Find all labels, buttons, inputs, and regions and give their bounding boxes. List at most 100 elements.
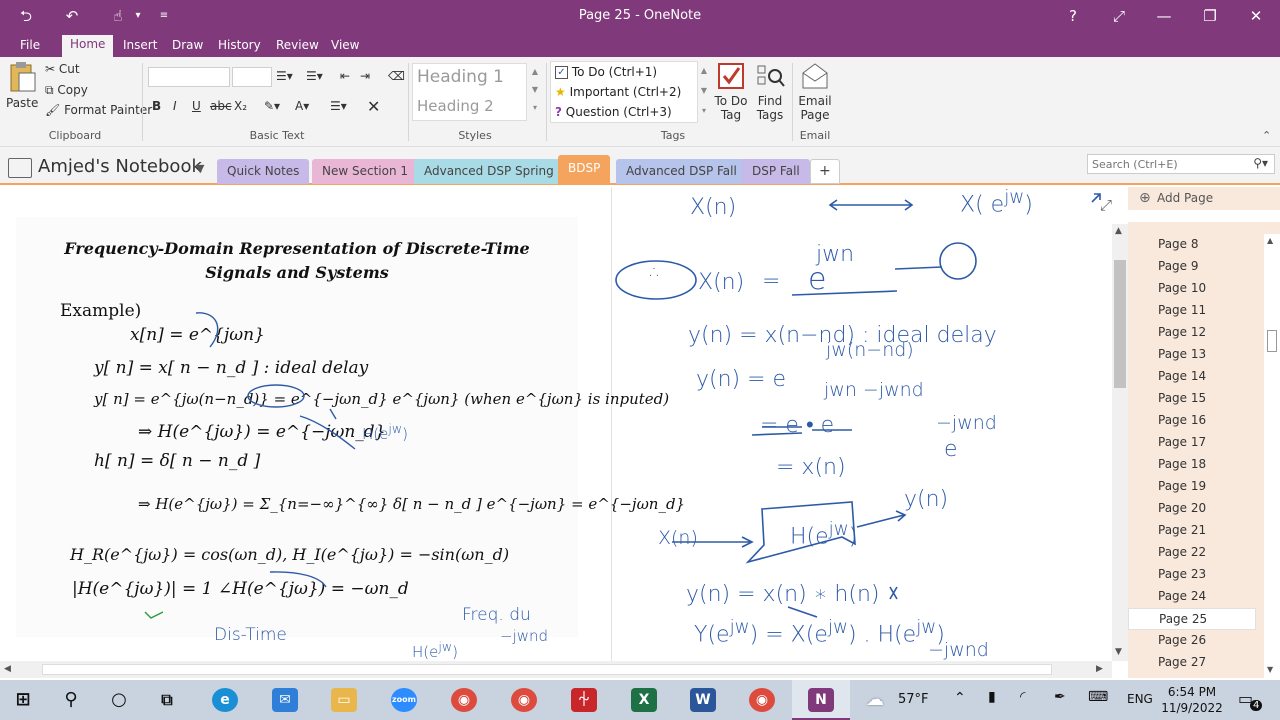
expand-icon[interactable]: ⤢	[1100, 196, 1112, 214]
tag-todo[interactable]: ✓ To Do (Ctrl+1)	[555, 65, 657, 79]
add-section-button[interactable]: +	[810, 159, 840, 184]
usb-icon[interactable]: ▮	[988, 689, 996, 705]
page-item[interactable]: Page 14	[1128, 366, 1256, 388]
scroll-thumb[interactable]	[1267, 330, 1277, 352]
scroll-up-icon[interactable]: ▲	[1267, 236, 1273, 245]
add-page-button[interactable]: ⊕ Add Page	[1128, 187, 1280, 210]
page-item[interactable]: Page 8	[1128, 234, 1256, 256]
restore-icon[interactable]: ❐	[1198, 6, 1222, 26]
keyboard-icon[interactable]: ⌨	[1088, 689, 1108, 705]
section-tab[interactable]: Quick Notes	[217, 159, 310, 184]
page-item[interactable]: Page 17	[1128, 432, 1256, 454]
page-item[interactable]: Page 16	[1128, 410, 1256, 432]
email-page-button[interactable]: Email Page	[796, 61, 834, 122]
scroll-thumb[interactable]	[1114, 260, 1126, 388]
cut-button[interactable]: ✂ Cut	[45, 62, 80, 76]
page-item[interactable]: Page 27	[1128, 652, 1256, 674]
copy-button[interactable]: ⧉ Copy	[45, 83, 88, 98]
page-item[interactable]: Page 15	[1128, 388, 1256, 410]
scroll-down-icon[interactable]: ▼	[1115, 647, 1122, 657]
section-tab[interactable]: DSP Fall	[742, 159, 810, 184]
tags-scroll[interactable]: ▲ ▼ ▾	[699, 61, 709, 123]
wifi-icon[interactable]: ◜	[1020, 689, 1025, 705]
minimize-icon[interactable]: —	[1152, 6, 1176, 26]
word-icon[interactable]: W	[690, 688, 716, 712]
fullscreen-icon[interactable]: ⤢	[1107, 6, 1131, 26]
page-item[interactable]: Page 23	[1128, 564, 1256, 586]
todo-tag-button[interactable]: To Do Tag	[712, 61, 750, 122]
task-view-icon[interactable]: ⧉	[154, 688, 180, 712]
h-scroll-thumb[interactable]	[42, 664, 1052, 675]
style-heading1[interactable]: Heading 1	[417, 67, 504, 87]
pen-icon[interactable]: ✒	[1054, 689, 1066, 705]
vertical-scrollbar[interactable]: ▲ ▼	[1112, 224, 1128, 661]
format-painter-button[interactable]: 🖌 Format Painter	[45, 103, 152, 117]
page-item[interactable]: Page 24	[1128, 586, 1256, 608]
chrome-icon[interactable]: ◉	[749, 688, 775, 712]
windows-start-icon[interactable]: ⊞	[10, 688, 36, 712]
page-item[interactable]: Page 21	[1128, 520, 1256, 542]
horizontal-scrollbar[interactable]: ◀ ▶	[0, 661, 1112, 678]
clear-formatting-icon[interactable]: ⌫	[388, 69, 405, 83]
page-item[interactable]: Page 12	[1128, 322, 1256, 344]
tag-important[interactable]: ★ Important (Ctrl+2)	[555, 85, 681, 99]
font-size-field[interactable]	[232, 67, 272, 87]
scroll-up-icon[interactable]: ▲	[1115, 226, 1122, 236]
bold-button[interactable]: B	[152, 99, 161, 113]
tab-history[interactable]: History	[210, 36, 269, 57]
style-heading2[interactable]: Heading 2	[417, 97, 494, 115]
search-box[interactable]: ⚲▾	[1087, 154, 1275, 174]
bullets-icon[interactable]: ☰▾	[276, 69, 293, 83]
section-tab[interactable]: Advanced DSP Spring	[414, 159, 564, 184]
tab-view[interactable]: View	[323, 36, 367, 57]
notebook-name[interactable]: Amjed's Notebook	[38, 156, 202, 177]
mail-icon[interactable]: ✉	[272, 688, 298, 712]
weather-temp[interactable]: 57°F	[898, 692, 929, 707]
styles-scroll[interactable]: ▲ ▼ ▾	[529, 63, 541, 121]
page-item[interactable]: Page 19	[1128, 476, 1256, 498]
scroll-left-icon[interactable]: ◀	[4, 664, 11, 674]
close-icon[interactable]: ✕	[1244, 6, 1268, 26]
delete-icon[interactable]: ✕	[367, 97, 380, 116]
page-item[interactable]: Page 22	[1128, 542, 1256, 564]
collapse-ribbon-icon[interactable]: ⌃	[1262, 129, 1271, 142]
tab-draw[interactable]: Draw	[164, 36, 211, 57]
paste-button[interactable]: Paste	[6, 61, 38, 110]
strikethrough-button[interactable]: abc	[210, 99, 232, 113]
highlight-icon[interactable]: ✎▾	[264, 99, 280, 113]
tab-home[interactable]: Home	[62, 35, 114, 57]
search-icon[interactable]: ⚲▾	[1253, 156, 1268, 170]
page-item[interactable]: Page 18	[1128, 454, 1256, 476]
edge-icon[interactable]: e	[212, 688, 238, 712]
chrome-icon[interactable]: ◉	[511, 688, 537, 712]
language-indicator[interactable]: ENG	[1127, 692, 1153, 706]
page-item[interactable]: Page 25	[1128, 608, 1256, 630]
search-input[interactable]	[1088, 155, 1238, 173]
page-item[interactable]: Page 20	[1128, 498, 1256, 520]
tab-review[interactable]: Review	[268, 36, 327, 57]
onenote-taskbar-item[interactable]: N	[792, 680, 850, 720]
page-item[interactable]: Page 9	[1128, 256, 1256, 278]
clock[interactable]: 6:54 PM 11/9/2022	[1160, 684, 1224, 716]
pages-scrollbar[interactable]: ▲ ▼	[1264, 234, 1280, 678]
help-icon[interactable]: ?	[1061, 6, 1085, 26]
search-icon[interactable]: ⚲	[58, 688, 84, 712]
underline-button[interactable]: U	[192, 99, 201, 113]
tag-question[interactable]: ? Question (Ctrl+3)	[555, 105, 672, 119]
tab-insert[interactable]: Insert	[115, 36, 165, 57]
scroll-right-icon[interactable]: ▶	[1096, 664, 1103, 674]
font-family-field[interactable]	[148, 67, 230, 87]
chevron-down-icon[interactable]: ▼	[196, 162, 204, 175]
outdent-icon[interactable]: ⇤	[340, 69, 350, 83]
acrobat-icon[interactable]: ⏆	[571, 688, 597, 712]
chrome-icon[interactable]: ◉	[451, 688, 477, 712]
italic-button[interactable]: I	[173, 99, 177, 113]
find-tags-button[interactable]: Find Tags	[752, 61, 788, 122]
align-icon[interactable]: ☰▾	[330, 99, 347, 113]
page-item[interactable]: Page 10	[1128, 278, 1256, 300]
font-color-icon[interactable]: A▾	[295, 99, 309, 113]
indent-icon[interactable]: ⇥	[360, 69, 370, 83]
section-tab[interactable]: New Section 1	[312, 159, 419, 184]
excel-icon[interactable]: X	[631, 688, 657, 712]
page-item[interactable]: Page 11	[1128, 300, 1256, 322]
